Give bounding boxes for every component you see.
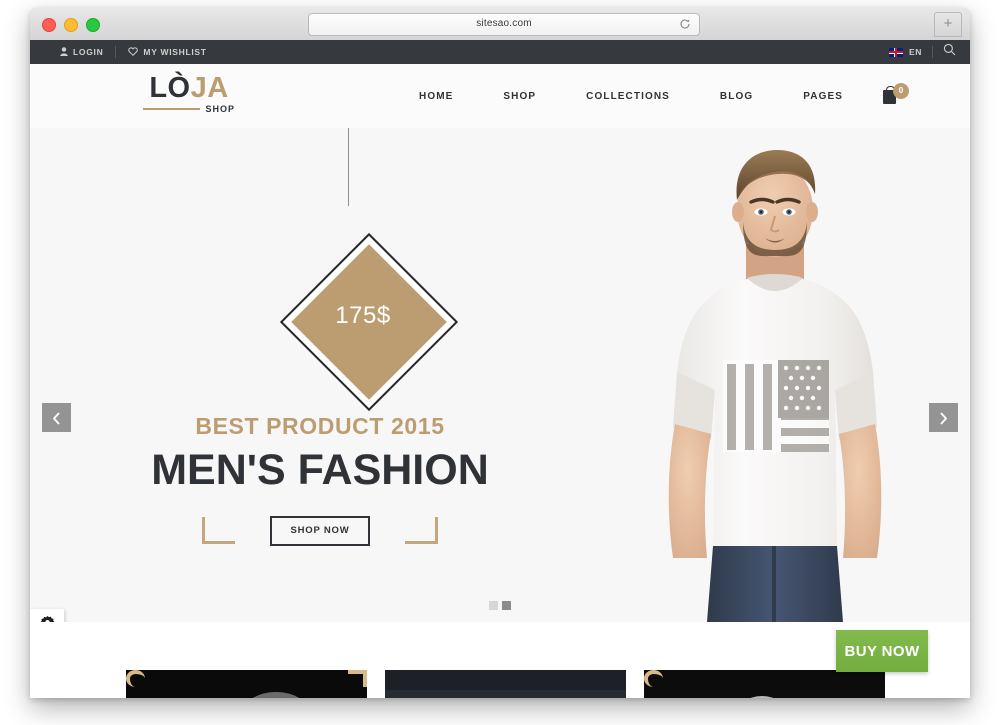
nav-item-shop[interactable]: SHOP — [478, 91, 561, 102]
heart-icon — [128, 46, 139, 58]
new-tab-button[interactable]: + — [934, 12, 962, 37]
hero-content: 175$ BEST PRODUCT 2015 MEN'S FASHION SHO… — [30, 128, 610, 622]
language-label[interactable]: EN — [909, 47, 922, 57]
nav-item-pages[interactable]: PAGES — [778, 91, 868, 102]
browser-titlebar: sitesao.com + — [30, 8, 970, 41]
card-corner-top-left — [126, 670, 145, 687]
hero-model-image — [615, 128, 935, 622]
slider-dot-2[interactable] — [502, 601, 511, 610]
logo-subtitle-row: SHOP — [143, 104, 235, 114]
utility-topbar-left: LOGIN MY WISHLIST — [48, 40, 219, 64]
close-window-button[interactable] — [42, 18, 56, 32]
hero-title: MEN'S FASHION — [151, 446, 489, 494]
minimize-window-button[interactable] — [64, 18, 78, 32]
card-corner-top-right — [348, 670, 367, 687]
hero-cta-row: SHOP NOW — [30, 516, 610, 546]
hero-eyebrow: BEST PRODUCT 2015 — [195, 413, 445, 439]
logo-rule — [143, 108, 201, 110]
nav-item-collections[interactable]: COLLECTIONS — [561, 91, 695, 102]
decorative-bracket-right — [404, 517, 438, 545]
main-navigation: HOME SHOP COLLECTIONS BLOG PAGES 0 — [394, 64, 909, 128]
topbar-divider-right — [932, 46, 933, 58]
login-label: LOGIN — [73, 47, 104, 57]
price-badge-hanger — [348, 128, 349, 206]
slider-dot-1[interactable] — [489, 601, 498, 610]
url-text: sitesao.com — [476, 18, 532, 29]
promo-card-1[interactable] — [126, 670, 367, 698]
cart-count-badge: 0 — [893, 83, 909, 99]
buy-now-button[interactable]: BUY NOW — [836, 630, 928, 672]
logo-part-dark: LÒ — [149, 72, 191, 104]
nav-item-home[interactable]: HOME — [394, 91, 478, 102]
slider-pagination — [30, 601, 970, 610]
settings-panel-toggle[interactable] — [30, 609, 64, 622]
cart-widget[interactable]: 0 — [882, 83, 909, 109]
logo-part-gold: JA — [190, 72, 229, 104]
reload-icon[interactable] — [679, 18, 691, 30]
wishlist-link[interactable]: MY WISHLIST — [116, 46, 218, 58]
card-corner-top-left — [644, 670, 663, 687]
site-logo[interactable]: LÒJA SHOP — [143, 73, 235, 114]
address-bar[interactable]: sitesao.com — [308, 13, 700, 36]
promo-card-3[interactable] — [644, 670, 885, 698]
utility-topbar: LOGIN MY WISHLIST EN — [30, 40, 970, 64]
user-icon — [60, 46, 68, 58]
hero-slider: 175$ BEST PRODUCT 2015 MEN'S FASHION SHO… — [30, 128, 970, 622]
slider-prev-button[interactable] — [42, 403, 71, 432]
price-badge-label: 175$ — [335, 302, 391, 329]
decorative-bracket-left — [202, 517, 236, 545]
search-icon[interactable] — [943, 43, 956, 61]
bottom-strip — [30, 622, 970, 698]
logo-wordmark: LÒJA — [143, 73, 235, 103]
promo-cards-row — [126, 670, 886, 698]
utility-topbar-right: EN — [888, 40, 956, 64]
screenshot-root: sitesao.com + LOGIN MY WISHLIST EN LÒJA … — [0, 0, 1000, 725]
window-controls — [42, 18, 100, 32]
slider-next-button[interactable] — [929, 403, 958, 432]
maximize-window-button[interactable] — [86, 18, 100, 32]
gear-icon — [40, 616, 55, 622]
promo-card-2[interactable] — [385, 670, 626, 698]
wishlist-label: MY WISHLIST — [143, 47, 207, 57]
uk-flag-icon[interactable] — [888, 47, 903, 57]
site-header: LÒJA SHOP HOME SHOP COLLECTIONS BLOG PAG… — [30, 64, 970, 128]
browser-window: sitesao.com + LOGIN MY WISHLIST EN LÒJA … — [30, 8, 970, 698]
page-viewport: LOGIN MY WISHLIST EN LÒJA SHOP HOME SHOP… — [30, 40, 970, 698]
login-link[interactable]: LOGIN — [48, 46, 115, 58]
logo-subtitle: SHOP — [205, 104, 235, 114]
shop-now-button[interactable]: SHOP NOW — [270, 516, 370, 546]
nav-item-blog[interactable]: BLOG — [695, 91, 778, 102]
